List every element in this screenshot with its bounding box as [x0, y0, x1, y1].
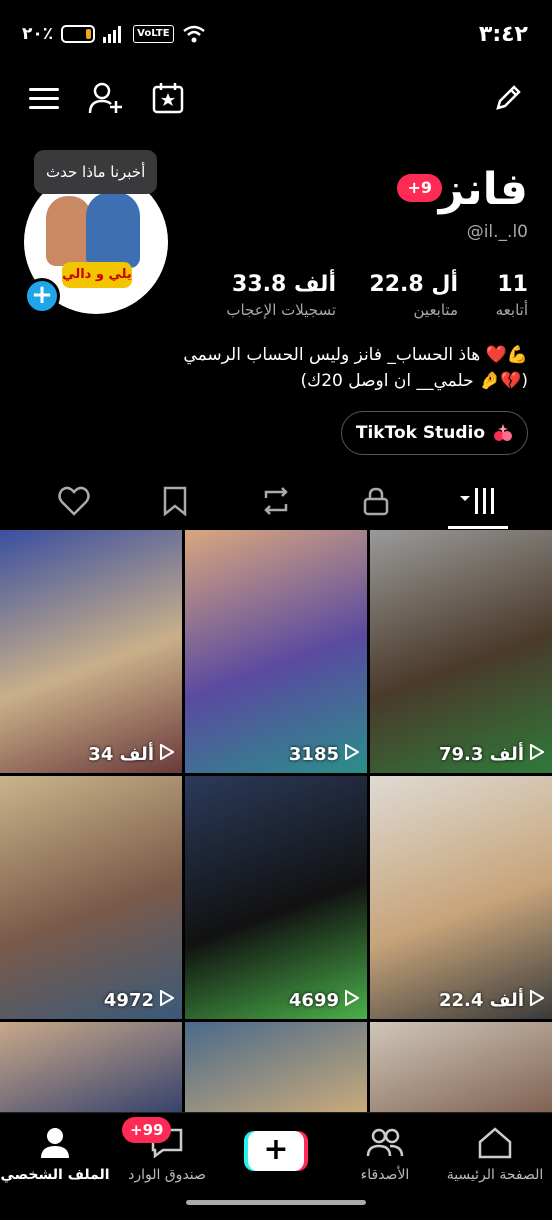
video-thumbnail[interactable]: 22.4 ألف — [370, 776, 552, 1019]
clock: ٣:٤٢ — [478, 22, 528, 47]
nav-inbox-label: صندوق الوارد — [128, 1167, 206, 1183]
studio-label: TikTok Studio — [355, 423, 485, 443]
nav-profile[interactable]: الملف الشخصي — [0, 1123, 110, 1183]
play-icon — [160, 743, 175, 765]
view-count: 34 ألف — [88, 743, 175, 765]
status-bar: ٢٠٪ VoLTE ٣:٤٢ — [0, 0, 552, 70]
view-count: 22.4 ألف — [438, 989, 545, 1011]
stat-followers-label: متابعين — [413, 301, 459, 319]
view-count: 79.3 ألف — [438, 743, 545, 765]
view-count-text: 79.3 ألف — [438, 744, 524, 765]
stat-likes-label: تسجيلات الإعجاب — [226, 301, 336, 319]
stat-following[interactable]: 11 أتابعه — [496, 272, 528, 319]
nav-home-label: الصفحة الرئيسية — [446, 1167, 544, 1183]
play-icon — [530, 743, 545, 765]
notification-badge[interactable]: +9 — [397, 174, 442, 202]
play-icon — [345, 743, 360, 765]
edit-icon[interactable] — [488, 78, 528, 118]
profile-name: فانز — [438, 164, 528, 215]
avatar-caption: يلي و دالي — [62, 262, 132, 288]
view-count: 3185 — [288, 743, 360, 765]
active-tab-indicator — [448, 526, 508, 529]
battery-percent: ٢٠٪ — [22, 24, 54, 44]
videos-grid-icon[interactable] — [448, 478, 508, 524]
stat-following-value: 11 — [497, 272, 528, 297]
bio-line-2: (حلمي__ ان اوصل 20ك 🤌💔) — [300, 371, 528, 391]
studio-sparkle-icon — [494, 424, 512, 441]
status-tooltip[interactable]: أخبرنا ماذا حدث — [34, 150, 158, 194]
play-icon — [530, 989, 545, 1011]
liked-icon[interactable] — [44, 478, 104, 524]
profile-icon — [41, 1128, 69, 1158]
nav-friends[interactable]: الأصدقاء — [330, 1123, 440, 1183]
tiktok-studio-button[interactable]: TikTok Studio — [340, 411, 528, 455]
play-icon — [160, 989, 175, 1011]
video-thumbnail[interactable]: 3185 — [185, 530, 367, 773]
profile-bio: هاذ الحساب_ فانز وليس الحساب الرسمي ❤️💪 … — [28, 342, 528, 394]
video-thumbnail[interactable]: 4972 — [0, 776, 182, 1019]
bookmark-icon[interactable] — [145, 478, 205, 524]
play-icon — [345, 989, 360, 1011]
bio-line-1: هاذ الحساب_ فانز وليس الحساب الرسمي ❤️💪 — [183, 345, 528, 365]
video-thumbnail[interactable]: 34 ألف — [0, 530, 182, 773]
stat-likes[interactable]: 33.8 ألف تسجيلات الإعجاب — [226, 272, 336, 319]
view-count: 4699 — [288, 989, 360, 1011]
nav-friends-label: الأصدقاء — [360, 1167, 410, 1183]
wifi-icon — [182, 25, 205, 43]
stat-following-label: أتابعه — [495, 301, 528, 319]
friends-icon — [366, 1128, 404, 1157]
stat-followers[interactable]: 22.8 أل متابعين — [369, 272, 458, 319]
add-story-button[interactable]: + — [24, 278, 60, 314]
inbox-badge: +99 — [122, 1117, 172, 1143]
signal-icon — [103, 26, 122, 43]
view-count: 4972 — [103, 989, 175, 1011]
view-count-text: 4699 — [288, 990, 339, 1011]
profile-tabs — [0, 478, 552, 530]
nav-home[interactable]: الصفحة الرئيسية — [440, 1123, 550, 1183]
home-indicator[interactable] — [186, 1200, 366, 1205]
home-icon — [478, 1127, 512, 1159]
avatar-figure-2 — [86, 192, 140, 268]
stat-likes-value: 33.8 ألف — [232, 272, 336, 297]
create-plus-icon: + — [248, 1131, 304, 1171]
add-friend-icon[interactable] — [86, 78, 126, 118]
create-button[interactable]: + — [244, 1131, 308, 1171]
volte-badge: VoLTE — [133, 25, 174, 43]
view-count-text: 34 ألف — [88, 744, 154, 765]
view-count-text: 22.4 ألف — [438, 990, 524, 1011]
battery-icon — [61, 25, 96, 43]
profile-handle: @il._.l0 — [466, 222, 528, 242]
view-count-text: 3185 — [288, 744, 339, 765]
video-thumbnail[interactable]: 79.3 ألف — [370, 530, 552, 773]
profile-toolbar — [0, 78, 552, 122]
menu-icon[interactable] — [24, 78, 64, 118]
lock-icon[interactable] — [346, 478, 406, 524]
nav-profile-label: الملف الشخصي — [0, 1167, 110, 1183]
view-count-text: 4972 — [103, 990, 154, 1011]
repost-icon[interactable] — [246, 478, 306, 524]
stat-followers-value: 22.8 أل — [369, 272, 458, 297]
status-left: ٢٠٪ VoLTE — [22, 24, 206, 44]
battery-fill — [85, 29, 92, 39]
video-thumbnail[interactable]: 4699 — [185, 776, 367, 1019]
calendar-star-icon[interactable] — [148, 78, 188, 118]
